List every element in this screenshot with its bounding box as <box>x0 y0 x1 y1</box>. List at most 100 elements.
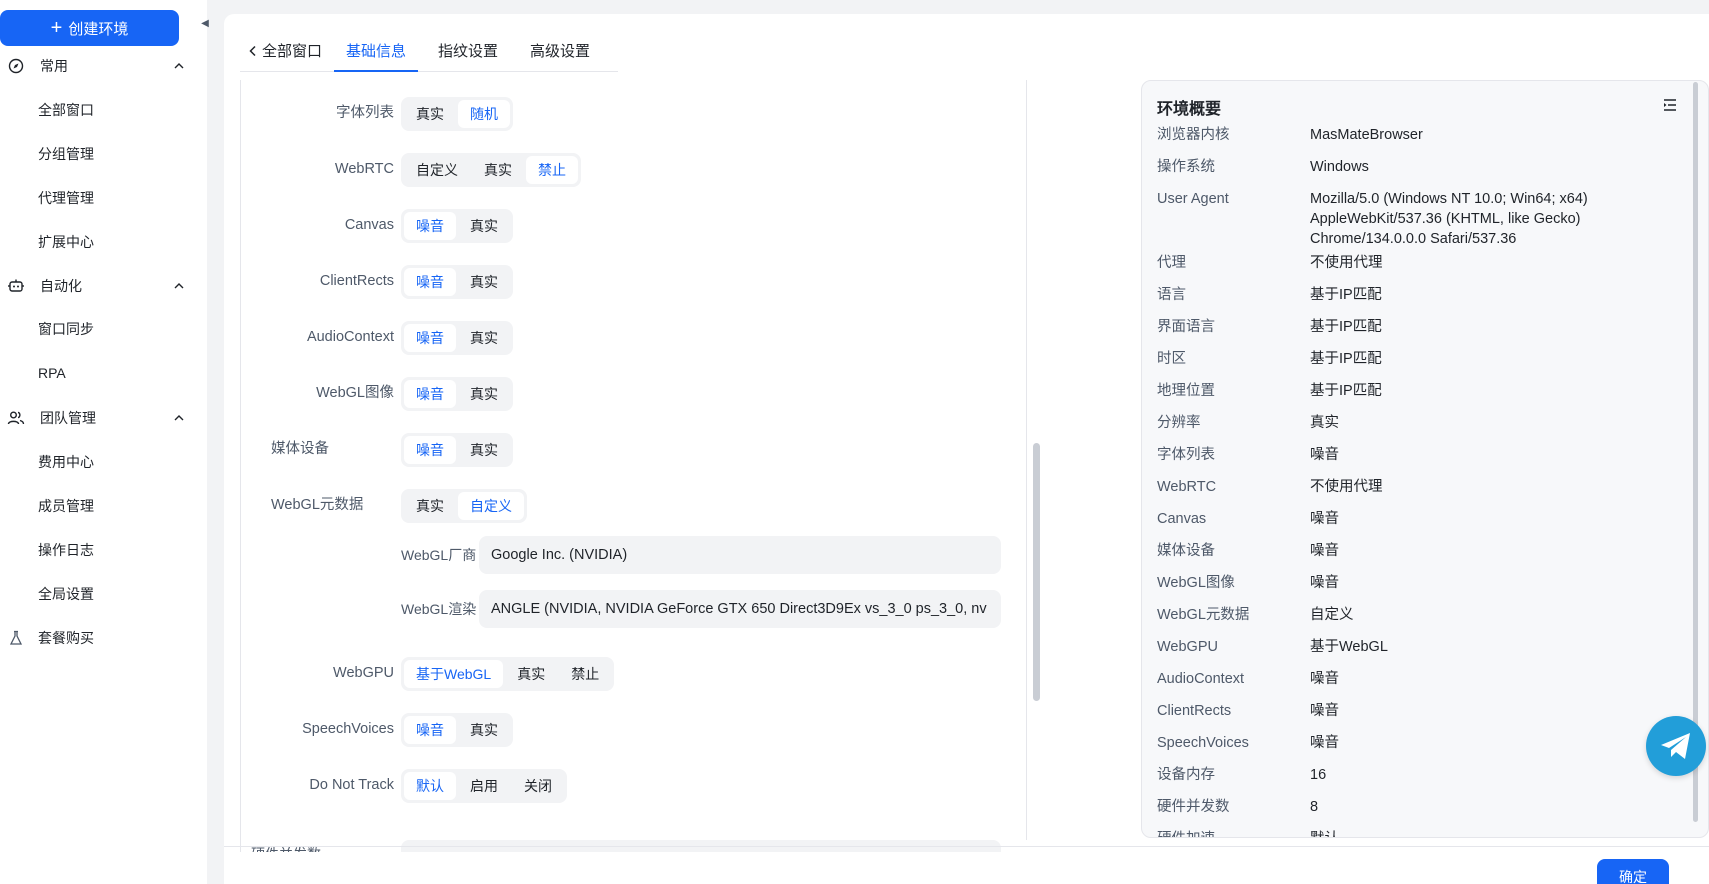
sidebar-item-rpa[interactable]: RPA <box>38 358 66 388</box>
row-speechvoices: SpeechVoices 噪音 真实 <box>241 711 1026 747</box>
summary-value: Mozilla/5.0 (Windows NT 10.0; Win64; x64… <box>1310 191 1588 247</box>
summary-value: 默认 <box>1310 829 1610 837</box>
option-noise[interactable]: 噪音 <box>404 324 456 352</box>
media-devices-segmented: 噪音 真实 <box>401 433 513 467</box>
option-enable[interactable]: 启用 <box>458 772 510 800</box>
collapse-sidebar-icon[interactable]: ◀ <box>199 12 211 34</box>
create-environment-button[interactable]: + 创建环境 <box>0 10 179 46</box>
back-to-all-windows[interactable]: 全部窗口 <box>240 40 334 71</box>
clientrects-label: ClientRects <box>319 273 394 289</box>
summary-value: 噪音 <box>1310 703 1339 719</box>
row-webgl-image: WebGL图像 噪音 真实 <box>241 375 1026 411</box>
option-close[interactable]: 关闭 <box>512 772 564 800</box>
webgl-image-segmented: 噪音 真实 <box>401 377 513 411</box>
option-real[interactable]: 真实 <box>404 492 456 520</box>
form-divider <box>1026 80 1027 840</box>
summary-key: 字体列表 <box>1157 447 1215 463</box>
option-real[interactable]: 真实 <box>404 100 456 128</box>
sidebar-item-billing[interactable]: 费用中心 <box>38 447 94 477</box>
back-label: 全部窗口 <box>262 43 323 60</box>
row-font-list: 字体列表 真实 随机 <box>241 95 1026 131</box>
summary-value: 自定义 <box>1310 607 1354 623</box>
summary-value: 基于IP匹配 <box>1310 351 1382 367</box>
summary-value: 不使用代理 <box>1310 255 1383 271</box>
summary-key: AudioContext <box>1157 671 1245 687</box>
collapse-menu-icon[interactable] <box>1662 97 1678 113</box>
option-custom[interactable]: 自定义 <box>458 492 524 520</box>
webgl-metadata-segmented: 真实 自定义 <box>401 489 527 523</box>
option-real[interactable]: 真实 <box>458 212 510 240</box>
media-devices-label: 媒体设备 <box>271 441 329 457</box>
row-webgl-vendor: WebGL厂商 Google Inc. (NVIDIA) <box>401 536 1001 574</box>
summary-value: 真实 <box>1310 415 1339 431</box>
option-real[interactable]: 真实 <box>458 436 510 464</box>
row-clientrects: ClientRects 噪音 真实 <box>241 263 1026 299</box>
tab-basic-info[interactable]: 基础信息 <box>334 40 419 72</box>
sidebar-item-group-management[interactable]: 分组管理 <box>38 139 94 169</box>
option-real[interactable]: 真实 <box>505 660 557 688</box>
summary-key: 媒体设备 <box>1157 543 1215 559</box>
option-noise[interactable]: 噪音 <box>404 212 456 240</box>
summary-key: 设备内存 <box>1157 767 1215 783</box>
summary-value: 噪音 <box>1310 575 1339 591</box>
sidebar-item-extensions[interactable]: 扩展中心 <box>38 227 94 257</box>
row-audiocontext: AudioContext 噪音 真实 <box>241 319 1026 355</box>
nav-group-team[interactable]: 团队管理 <box>0 398 207 438</box>
summary-key: 分辨率 <box>1157 415 1201 431</box>
summary-key: 界面语言 <box>1157 319 1215 335</box>
option-real[interactable]: 真实 <box>472 156 524 184</box>
webgl-renderer-input[interactable]: ANGLE (NVIDIA, NVIDIA GeForce GTX 650 Di… <box>479 590 1001 628</box>
do-not-track-label: Do Not Track <box>309 777 394 793</box>
tab-advanced-settings[interactable]: 高级设置 <box>518 40 602 71</box>
summary-scrollbar[interactable] <box>1693 82 1698 822</box>
sidebar-item-global-settings[interactable]: 全局设置 <box>38 579 94 609</box>
webgl-image-label: WebGL图像 <box>316 385 394 401</box>
nav-group-common[interactable]: 常用 <box>0 46 207 86</box>
webgpu-label: WebGPU <box>333 665 394 681</box>
confirm-button[interactable]: 确定 <box>1597 859 1669 884</box>
option-noise[interactable]: 噪音 <box>404 380 456 408</box>
option-noise[interactable]: 噪音 <box>404 436 456 464</box>
compass-icon <box>7 57 25 75</box>
summary-key: WebRTC <box>1157 479 1217 495</box>
summary-value: 噪音 <box>1310 543 1339 559</box>
summary-value: 基于IP匹配 <box>1310 319 1382 335</box>
sidebar-item-all-windows[interactable]: 全部窗口 <box>38 95 94 125</box>
chevron-up-icon <box>174 283 184 289</box>
top-strip <box>207 0 1709 12</box>
form-scrollbar[interactable] <box>1033 443 1040 701</box>
team-icon <box>7 409 25 427</box>
summary-key: SpeechVoices <box>1157 735 1249 751</box>
robot-icon <box>7 277 25 295</box>
nav-group-automation[interactable]: 自动化 <box>0 266 207 306</box>
option-real[interactable]: 真实 <box>458 268 510 296</box>
sidebar-item-operation-logs[interactable]: 操作日志 <box>38 535 94 565</box>
option-real[interactable]: 真实 <box>458 716 510 744</box>
summary-value: 基于IP匹配 <box>1310 383 1382 399</box>
sidebar-item-members[interactable]: 成员管理 <box>38 491 94 521</box>
webgpu-segmented: 基于WebGL 真实 禁止 <box>401 657 615 691</box>
option-custom[interactable]: 自定义 <box>404 156 470 184</box>
summary-value: 8 <box>1310 799 1319 815</box>
row-webgl-metadata: WebGL元数据 真实 自定义 <box>241 487 1026 523</box>
sidebar-item-plan-purchase[interactable]: 套餐购买 <box>0 618 207 658</box>
telegram-contact-button[interactable] <box>1646 716 1706 776</box>
row-webrtc: WebRTC 自定义 真实 禁止 <box>241 151 1026 187</box>
summary-key: 语言 <box>1157 287 1186 303</box>
option-real[interactable]: 真实 <box>458 380 510 408</box>
sidebar-item-proxy-management[interactable]: 代理管理 <box>38 183 94 213</box>
webgl-vendor-input[interactable]: Google Inc. (NVIDIA) <box>479 536 1001 574</box>
tab-fingerprint-settings[interactable]: 指纹设置 <box>426 40 510 71</box>
option-noise[interactable]: 噪音 <box>404 716 456 744</box>
sidebar-item-window-sync[interactable]: 窗口同步 <box>38 314 94 344</box>
option-random[interactable]: 随机 <box>458 100 510 128</box>
option-real[interactable]: 真实 <box>458 324 510 352</box>
option-disabled[interactable]: 禁止 <box>559 660 611 688</box>
option-noise[interactable]: 噪音 <box>404 268 456 296</box>
flask-icon <box>7 629 25 647</box>
plus-icon: + <box>50 17 63 39</box>
option-disabled[interactable]: 禁止 <box>526 156 578 184</box>
option-based-on-webgl[interactable]: 基于WebGL <box>404 660 504 688</box>
row-webgpu: WebGPU 基于WebGL 真实 禁止 <box>241 655 1026 691</box>
option-default[interactable]: 默认 <box>404 772 456 800</box>
